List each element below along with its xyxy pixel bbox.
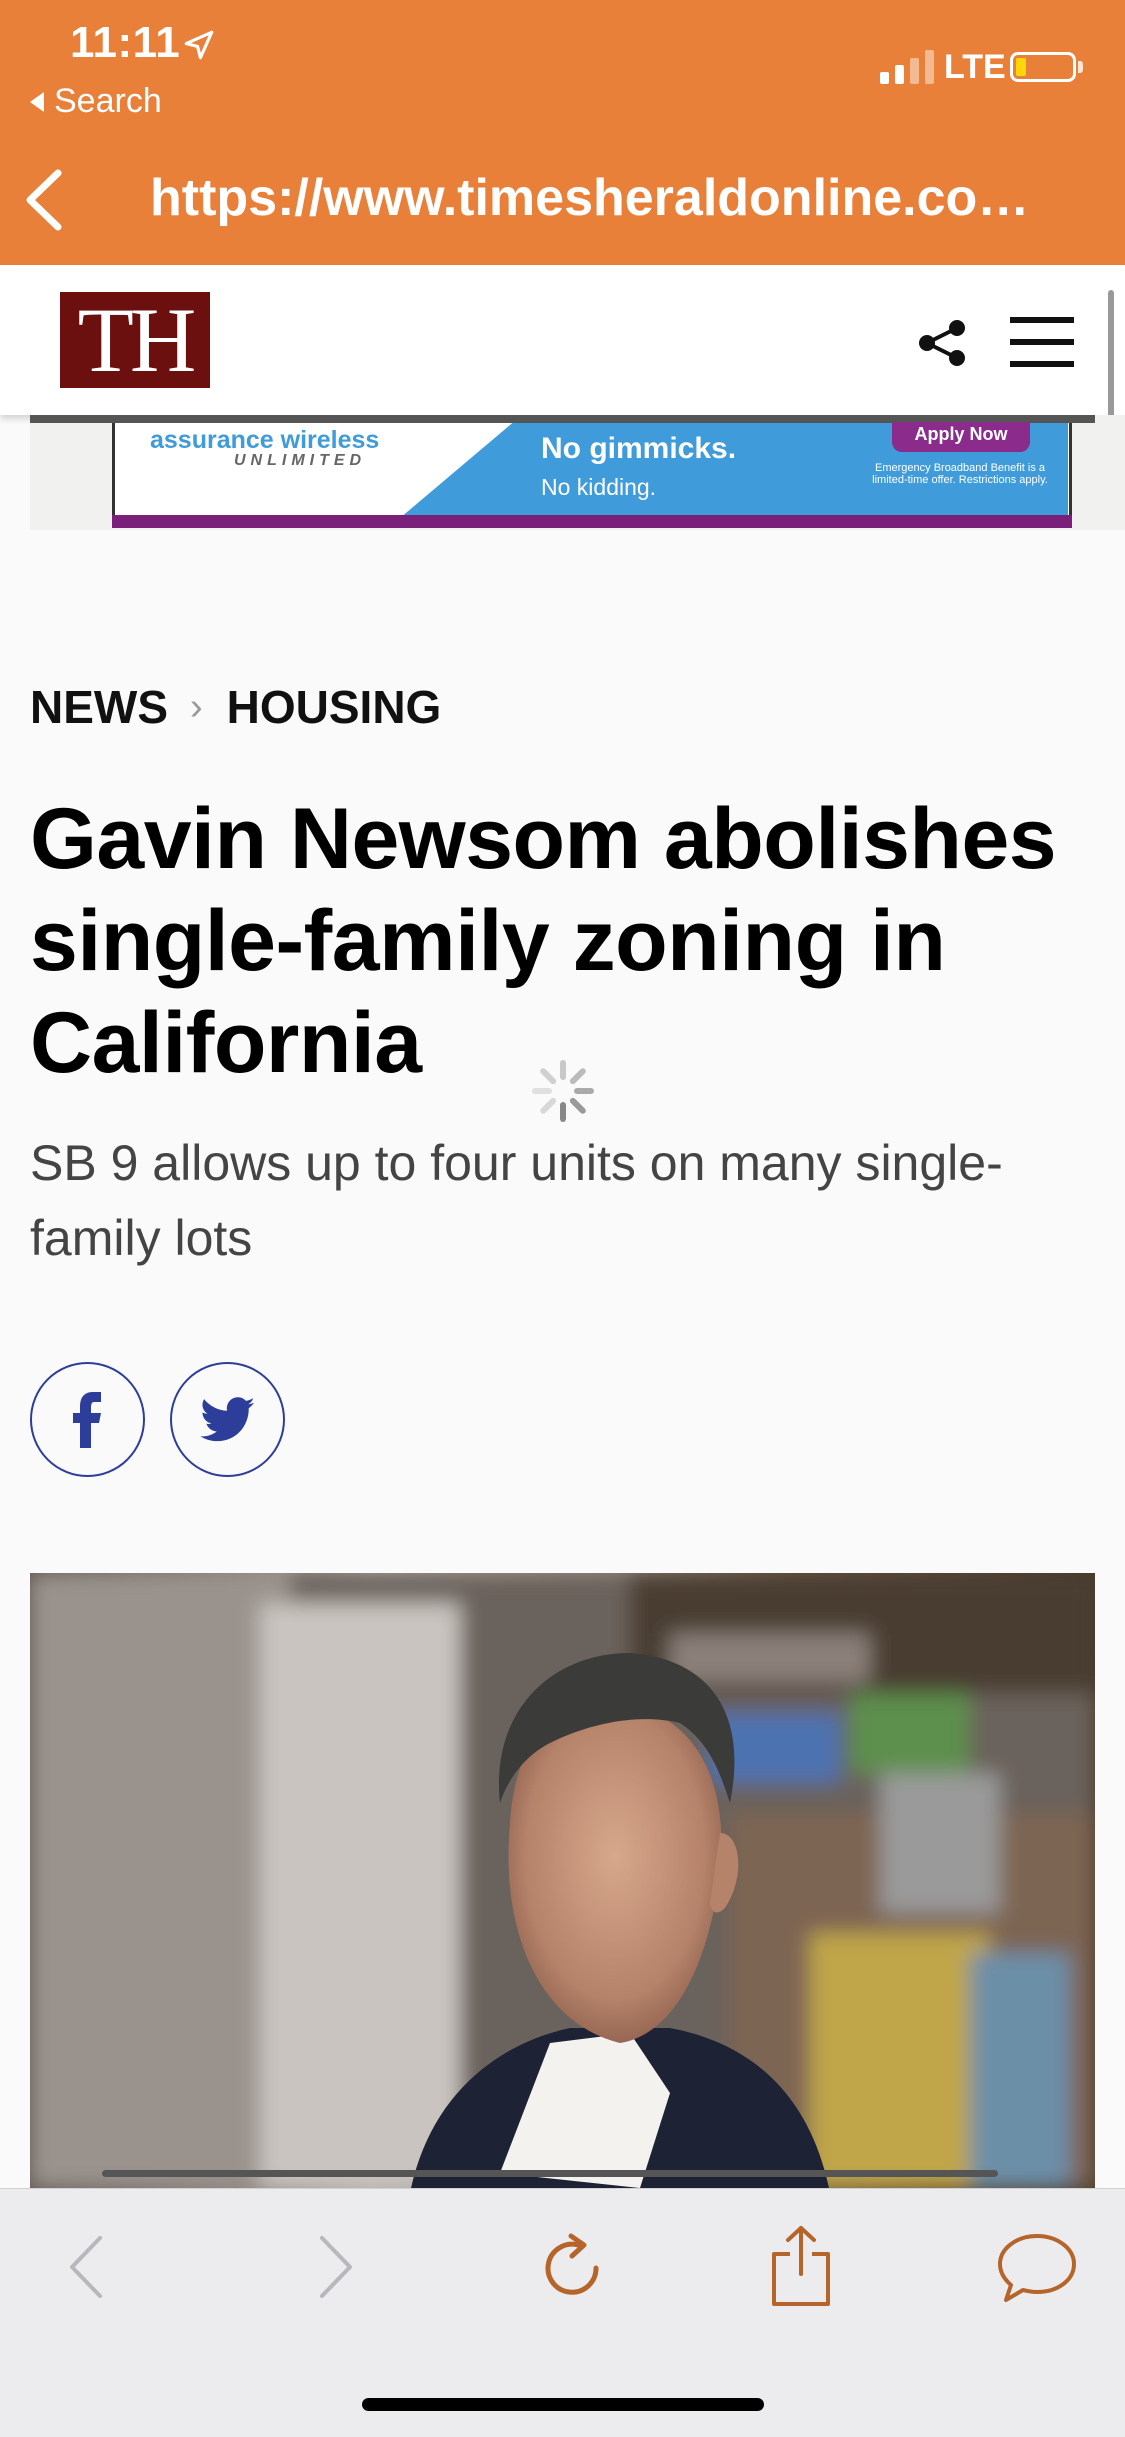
article-subhead: SB 9 allows up to four units on many sin… xyxy=(30,1135,1003,1266)
ad-headline: No gimmicks. xyxy=(541,432,737,465)
back-to-app-label: Search xyxy=(54,82,162,120)
facebook-icon xyxy=(72,1391,101,1448)
url-bar[interactable]: https://www.timesheraldonline.co… xyxy=(150,168,1029,228)
twitter-icon xyxy=(199,1396,255,1441)
status-time: 11:11 xyxy=(70,18,181,67)
ad-tagline: UNLIMITED xyxy=(234,452,367,469)
location-arrow-icon xyxy=(184,30,214,60)
ad-fine-print: Emergency Broadband Benefit is a limited… xyxy=(872,462,1048,486)
breadcrumb: NEWS › HOUSING xyxy=(30,680,441,734)
breadcrumb-housing[interactable]: HOUSING xyxy=(227,680,442,734)
back-to-app-button[interactable]: Search xyxy=(30,82,162,121)
back-icon[interactable] xyxy=(62,2232,112,2302)
share-sheet-icon[interactable] xyxy=(768,2224,834,2308)
article-headline: Gavin Newsom abolishes single-family zon… xyxy=(30,791,1057,1091)
hamburger-menu-icon[interactable] xyxy=(1008,313,1076,371)
share-icon[interactable] xyxy=(915,318,971,368)
ad-bottom-stripe xyxy=(112,515,1072,528)
site-logo[interactable]: TH xyxy=(60,292,210,388)
back-triangle-icon xyxy=(30,91,44,112)
breadcrumb-news[interactable]: NEWS xyxy=(30,680,168,734)
home-indicator[interactable] xyxy=(362,2398,764,2411)
page-scrollbar xyxy=(1108,290,1114,418)
loading-spinner-icon xyxy=(532,1060,594,1122)
back-chevron-icon[interactable] xyxy=(20,165,70,235)
cellular-signal-icon xyxy=(880,50,934,84)
reload-icon[interactable] xyxy=(538,2232,608,2302)
comment-icon[interactable] xyxy=(996,2230,1078,2306)
breadcrumb-separator-icon: › xyxy=(190,685,203,728)
battery-level xyxy=(1016,58,1026,76)
network-type: LTE xyxy=(944,48,1006,86)
ad-apply-button[interactable]: Apply Now xyxy=(892,422,1030,452)
twitter-share-button[interactable] xyxy=(170,1362,285,1477)
ad-subheadline: No kidding. xyxy=(541,474,657,500)
battery-nub xyxy=(1078,61,1083,73)
horizontal-scroll-indicator xyxy=(102,2170,998,2177)
facebook-share-button[interactable] xyxy=(30,1362,145,1477)
forward-icon[interactable] xyxy=(310,2232,360,2302)
ad-brand: assurance wireless xyxy=(150,426,380,454)
article-photo-image xyxy=(30,1573,1095,2188)
article-photo[interactable] xyxy=(30,1573,1095,2188)
